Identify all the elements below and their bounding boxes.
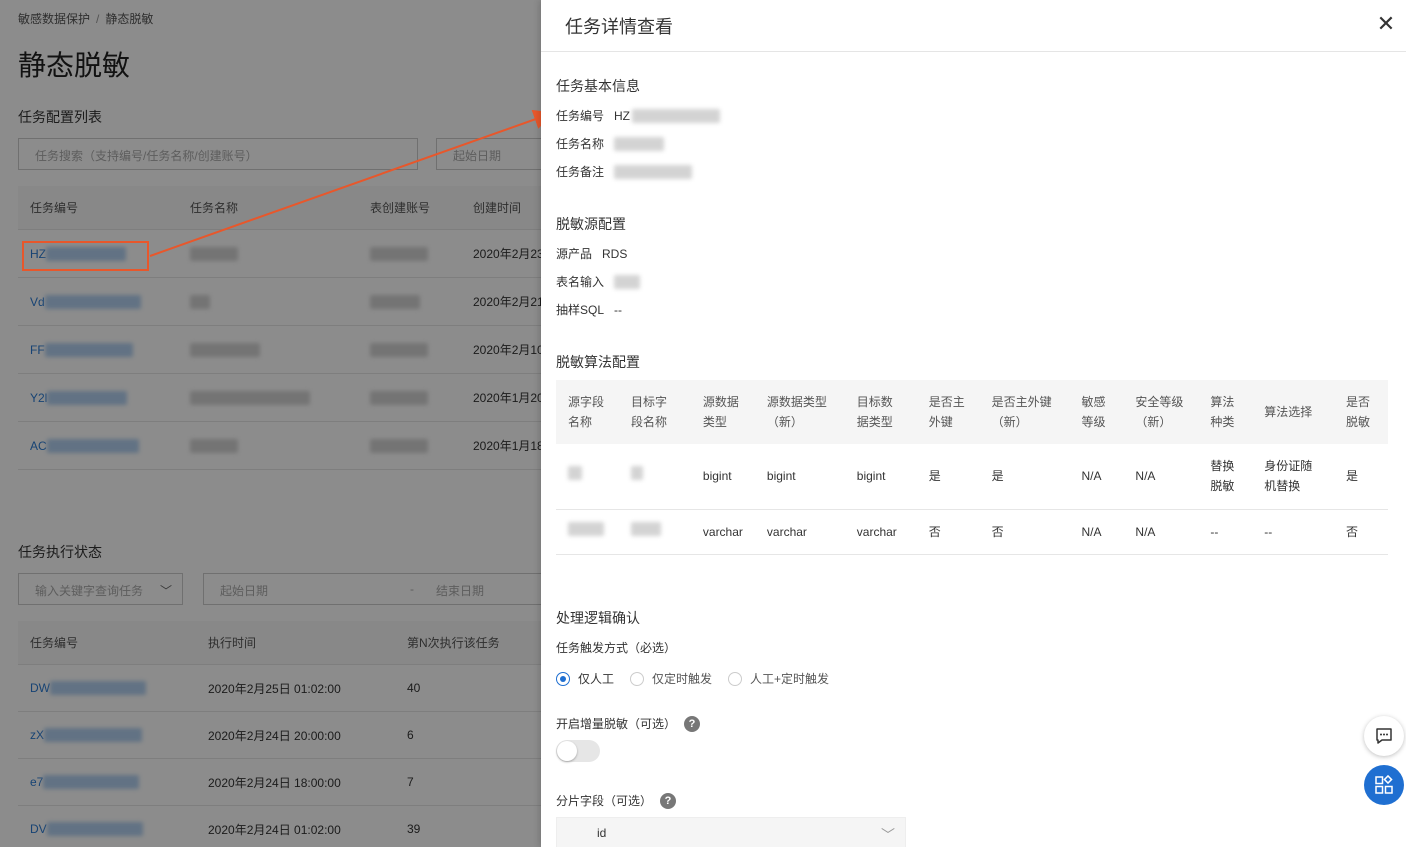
apps-icon xyxy=(1375,775,1393,794)
col-pk: 是否主外键 xyxy=(916,380,980,444)
source-product-field: 源产品 RDS xyxy=(556,245,627,262)
pk-new: 否 xyxy=(979,509,1070,555)
trigger-radio-group: 仅人工 仅定时触发 人工+定时触发 xyxy=(556,670,845,687)
radio-icon xyxy=(630,671,645,686)
col-src-type: 源数据类型 xyxy=(690,380,755,444)
incremental-field: 开启增量脱敏（可选）? xyxy=(556,715,701,732)
task-id-label: 任务编号 xyxy=(556,109,605,123)
shard-label: 分片字段（可选） xyxy=(556,794,653,808)
col-algo-kind: 算法种类 xyxy=(1198,380,1253,444)
col-sensitivity: 敏感等级 xyxy=(1069,380,1124,444)
option-label: 人工+定时触发 xyxy=(750,672,830,686)
modal-overlay[interactable] xyxy=(0,0,541,847)
radio-icon xyxy=(556,671,570,686)
sensitivity: N/A xyxy=(1069,509,1124,555)
col-pk-new: 是否主外键（新） xyxy=(979,380,1070,444)
algo-select: -- xyxy=(1252,509,1335,555)
pk: 否 xyxy=(916,509,980,555)
task-id-field: 任务编号 HZ xyxy=(556,107,721,124)
sample-sql-field: 抽样SQL -- xyxy=(556,301,622,318)
redacted xyxy=(568,521,604,536)
col-algo-select: 算法选择 xyxy=(1252,380,1335,444)
redacted xyxy=(568,466,582,481)
src-type: bigint xyxy=(690,444,755,510)
shard-select[interactable]: id ﹀ xyxy=(556,817,906,847)
src-type-new: varchar xyxy=(754,509,845,555)
security-new: N/A xyxy=(1123,509,1199,555)
logic-confirm-title: 处理逻辑确认 xyxy=(556,610,640,626)
trigger-label: 任务触发方式（必选） xyxy=(556,641,677,655)
basic-info-title: 任务基本信息 xyxy=(556,78,640,94)
col-security-new: 安全等级（新） xyxy=(1123,380,1199,444)
table-input-label: 表名输入 xyxy=(556,275,605,289)
task-id-value: HZ xyxy=(614,108,631,123)
radio-icon xyxy=(728,671,743,686)
table-row: bigint bigint bigint 是 是 N/A N/A 替换脱敏 身份… xyxy=(556,444,1388,510)
apps-button[interactable] xyxy=(1364,765,1404,805)
shard-field: 分片字段（可选）? xyxy=(556,792,677,809)
source-product-label: 源产品 xyxy=(556,247,593,261)
task-name-field: 任务名称 xyxy=(556,135,665,152)
table-input-field: 表名输入 xyxy=(556,273,641,290)
chat-icon xyxy=(1376,728,1392,744)
table-header: 源字段名称 目标字段名称 源数据类型 源数据类型（新） 目标数据类型 是否主外键… xyxy=(556,380,1388,444)
redacted xyxy=(630,466,643,481)
help-icon[interactable]: ? xyxy=(660,792,677,809)
drawer-header: 任务详情查看 ✕ xyxy=(541,0,1406,52)
src-type: varchar xyxy=(690,509,755,555)
col-tgt-type: 目标数据类型 xyxy=(844,380,917,444)
incremental-label: 开启增量脱敏（可选） xyxy=(556,717,677,731)
col-src-field: 源字段名称 xyxy=(556,380,619,444)
col-src-type-new: 源数据类型（新） xyxy=(754,380,845,444)
option-label: 仅定时触发 xyxy=(652,672,713,686)
src-type-new: bigint xyxy=(754,444,845,510)
col-masked: 是否脱敏 xyxy=(1334,380,1388,444)
drawer-title: 任务详情查看 xyxy=(565,17,673,37)
algo-kind: -- xyxy=(1198,509,1253,555)
task-name-label: 任务名称 xyxy=(556,137,605,151)
tgt-type: bigint xyxy=(844,444,917,510)
algo-config-title: 脱敏算法配置 xyxy=(556,354,640,370)
task-remark-field: 任务备注 xyxy=(556,163,693,180)
redacted xyxy=(630,521,661,536)
task-detail-drawer: 任务详情查看 ✕ 任务基本信息 任务编号 HZ 任务名称 任务备注 脱敏源配置 源… xyxy=(541,0,1406,847)
option-label: 仅人工 xyxy=(578,672,615,686)
redacted xyxy=(614,136,665,151)
trigger-option-scheduled[interactable]: 仅定时触发 xyxy=(630,670,712,687)
source-config-title: 脱敏源配置 xyxy=(556,216,626,232)
tgt-type: varchar xyxy=(844,509,917,555)
security-new: N/A xyxy=(1123,444,1199,510)
trigger-option-both[interactable]: 人工+定时触发 xyxy=(728,670,829,687)
close-icon[interactable]: ✕ xyxy=(1374,12,1398,36)
task-remark-label: 任务备注 xyxy=(556,165,605,179)
redacted xyxy=(614,274,641,289)
incremental-toggle[interactable] xyxy=(556,740,600,762)
algo-select: 身份证随机替换 xyxy=(1252,444,1335,510)
sample-sql-label: 抽样SQL xyxy=(556,303,605,317)
table-row: varchar varchar varchar 否 否 N/A N/A -- -… xyxy=(556,509,1388,555)
sensitivity: N/A xyxy=(1069,444,1124,510)
masked: 是 xyxy=(1334,444,1388,510)
pk: 是 xyxy=(916,444,980,510)
source-product-value: RDS xyxy=(602,246,628,261)
algo-config-table: 源字段名称 目标字段名称 源数据类型 源数据类型（新） 目标数据类型 是否主外键… xyxy=(556,380,1388,555)
chevron-down-icon: ﹀ xyxy=(881,827,895,843)
sample-sql-value: -- xyxy=(614,302,623,317)
chat-button[interactable] xyxy=(1364,716,1404,756)
redacted xyxy=(632,108,721,123)
algo-kind: 替换脱敏 xyxy=(1198,444,1253,510)
redacted xyxy=(614,164,693,179)
highlight-box xyxy=(22,241,149,271)
trigger-option-manual[interactable]: 仅人工 xyxy=(556,670,614,687)
pk-new: 是 xyxy=(979,444,1070,510)
help-icon[interactable]: ? xyxy=(684,715,701,732)
shard-value: id xyxy=(597,826,607,840)
col-tgt-field: 目标字段名称 xyxy=(618,380,691,444)
masked: 否 xyxy=(1334,509,1388,555)
